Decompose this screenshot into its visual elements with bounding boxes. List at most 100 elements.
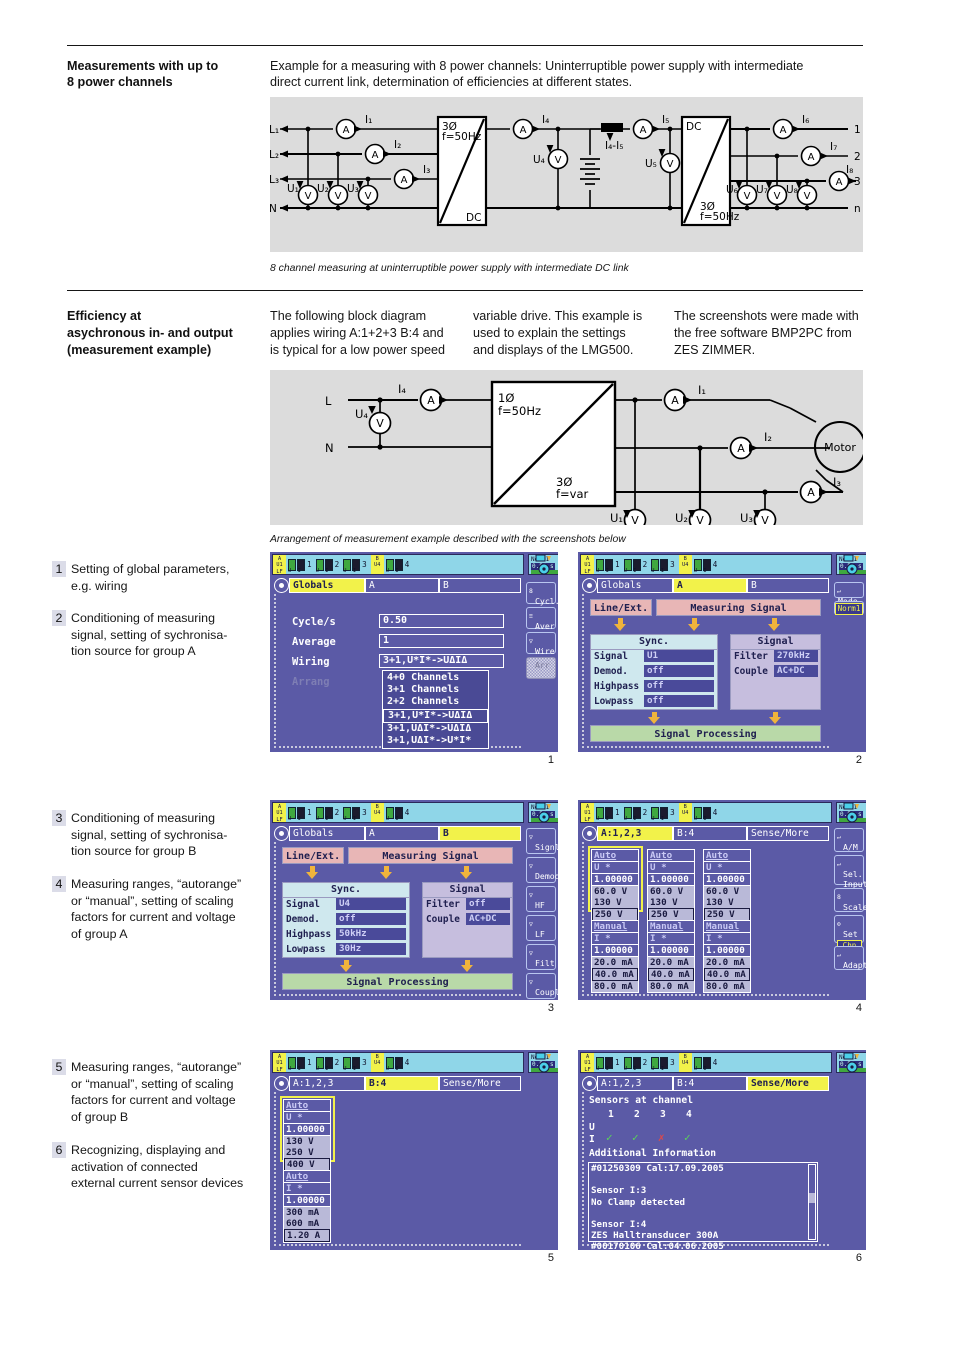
softkey-set[interactable]: ⊙ Set Chn — [834, 915, 864, 952]
softkey-demod[interactable]: ▽ Demod — [526, 857, 558, 883]
signal-processing-footer[interactable]: Signal Processing — [590, 725, 821, 742]
range-option[interactable]: 80.0 mA — [592, 981, 638, 992]
dropdown-option[interactable]: 3+1,UΔI*->U*I* — [383, 735, 488, 747]
range-option[interactable]: 80.0 mA — [704, 981, 750, 992]
svg-text:2: 2 — [854, 151, 861, 163]
tab-a[interactable]: A — [365, 826, 439, 841]
tab-b[interactable]: B — [439, 578, 521, 593]
softkey-mode[interactable]: ↵ Mode — [834, 582, 864, 606]
tab-group-a[interactable]: A:1,2,3 — [597, 1076, 673, 1091]
voltage-range-col-3[interactable]: Auto U * 1.00000 60.0 V 130 V 250 V — [703, 849, 751, 922]
label-L1: L₁ — [270, 124, 279, 136]
additional-info-box[interactable]: #01250309 Cal:17.09.2005 Sensor I:3 No C… — [588, 1162, 818, 1252]
voltage-range-col[interactable]: Auto U * 1.00000 130 V 250 V 400 V — [283, 1099, 331, 1172]
tab-b[interactable]: B — [439, 826, 521, 841]
dropdown-option[interactable]: 3+1 Channels — [383, 684, 488, 696]
tab-group-a[interactable]: A:1,2,3 — [597, 826, 673, 841]
sync-row-value[interactable]: off — [644, 695, 714, 707]
range-option[interactable]: 250 V — [284, 1147, 330, 1158]
range-option-selected[interactable]: 40.0 mA — [704, 968, 750, 981]
tab-globals[interactable]: Globals — [597, 578, 673, 593]
range-option[interactable]: 60.0 V — [592, 886, 638, 897]
tab-group-b[interactable]: B:4 — [673, 826, 747, 841]
dropdown-option[interactable]: 3+1,UΔI*->UΔIΔ — [383, 723, 488, 735]
ui-labels: U I — [315, 1066, 330, 1072]
svg-text:U₁: U₁ — [287, 183, 299, 195]
softkey-hf[interactable]: ▽ HF — [526, 886, 556, 912]
sync-row-value[interactable]: 30Hz — [336, 943, 406, 955]
range-option-selected[interactable]: 40.0 mA — [592, 968, 638, 981]
range-option[interactable]: 600 mA — [284, 1218, 330, 1229]
range-option-selected[interactable]: 1.20 A — [284, 1229, 330, 1242]
softkey-lf[interactable]: ▽ LF — [526, 915, 556, 941]
range-option[interactable]: 130 V — [648, 897, 694, 908]
range-option-selected[interactable]: 40.0 mA — [648, 968, 694, 981]
sync-row-value[interactable]: off — [336, 913, 406, 925]
current-range-col-2[interactable]: Manual I * 1.00000 20.0 mA 40.0 mA 80.0 … — [647, 920, 695, 993]
range-option[interactable]: 20.0 mA — [648, 957, 694, 968]
softkey-wiring[interactable]: ▽ Wire — [526, 632, 556, 656]
softkey-signal[interactable]: ▽ Signl — [526, 828, 558, 854]
range-option[interactable]: 130 V — [704, 897, 750, 908]
tab-sense-more[interactable]: Sense/More — [747, 826, 829, 841]
range-option[interactable]: 130 V — [284, 1136, 330, 1147]
sync-row-value[interactable]: U1 — [644, 650, 714, 662]
tab-globals[interactable]: Globals — [289, 578, 365, 593]
line-ext-box[interactable]: Line/Ext. — [282, 847, 344, 864]
range-option[interactable]: 60.0 V — [704, 886, 750, 897]
sensor-check-icon: ✓ — [684, 1131, 691, 1144]
softkey-select-input[interactable]: ↵ Sel. Input — [834, 855, 866, 889]
signal-row-value[interactable]: 270kHz — [774, 650, 818, 662]
line-ext-box[interactable]: Line/Ext. — [590, 599, 652, 616]
range-option[interactable]: 300 mA — [284, 1207, 330, 1218]
dropdown-option[interactable]: 2+2 Channels — [383, 696, 488, 708]
softkey-auto-manual[interactable]: ↵ A/M — [834, 828, 864, 852]
tab-sense-more[interactable]: Sense/More — [439, 1076, 521, 1091]
current-range-col-3[interactable]: Manual I * 1.00000 20.0 mA 40.0 mA 80.0 … — [703, 920, 751, 993]
scrollbar-thumb[interactable] — [809, 1193, 815, 1203]
range-option[interactable]: 80.0 mA — [648, 981, 694, 992]
sync-row-value[interactable]: off — [644, 680, 714, 692]
channel-number: 3 — [362, 1058, 367, 1067]
section2-heading-line1: Efficiency at — [67, 309, 142, 323]
current-range-col-1[interactable]: Manual I * 1.00000 20.0 mA 40.0 mA 80.0 … — [591, 920, 639, 993]
range-option[interactable]: 20.0 mA — [704, 957, 750, 968]
sync-row-value[interactable]: 50kHz — [336, 928, 406, 940]
row-value-cycle[interactable]: 0.50 — [379, 614, 504, 628]
svg-text:I₅: I₅ — [662, 114, 669, 126]
signal-row-value[interactable]: AC+DC — [466, 913, 510, 925]
softkey-average[interactable]: ≡ Aver — [526, 607, 556, 631]
softkey-coupl[interactable]: ▽ Coupl — [526, 973, 558, 999]
step-line: e.g. wiring — [71, 578, 128, 593]
softkey-filt[interactable]: ▽ Filt — [526, 944, 556, 970]
row-value-average[interactable]: 1 — [379, 634, 504, 648]
dropdown-option-selected[interactable]: 3+1,U*I*->UΔIΔ — [383, 708, 488, 723]
tab-a[interactable]: A — [673, 578, 747, 593]
tab-sense-more[interactable]: Sense/More — [747, 1076, 829, 1091]
range-option[interactable]: 60.0 V — [648, 886, 694, 897]
tab-group-b[interactable]: B:4 — [673, 1076, 747, 1091]
tab-a[interactable]: A — [365, 578, 439, 593]
current-range-col[interactable]: Auto I * 1.00000 300 mA 600 mA 1.20 A — [283, 1170, 331, 1243]
voltage-range-col-2[interactable]: Auto U * 1.00000 60.0 V 130 V 250 V — [647, 849, 695, 922]
signal-row-value[interactable]: AC+DC — [774, 665, 818, 677]
signal-row-value[interactable]: off — [466, 898, 510, 910]
softkey-scale[interactable]: 8 Scale — [834, 888, 866, 912]
tab-globals[interactable]: Globals — [289, 826, 365, 841]
info-scrollbar[interactable] — [808, 1164, 816, 1240]
softkey-mode-value[interactable]: Norm1 — [834, 601, 864, 615]
range-option[interactable]: 130 V — [592, 897, 638, 908]
row-value-wiring[interactable]: 3+1,U*I*->UΔIΔ — [379, 654, 504, 668]
voltage-range-col-1[interactable]: Auto U * 1.00000 60.0 V 130 V 250 V — [591, 849, 639, 922]
tab-group-a[interactable]: A:1,2,3 — [289, 1076, 365, 1091]
wiring-dropdown[interactable]: 4+0 Channels 3+1 Channels 2+2 Channels 3… — [382, 670, 489, 750]
softkey-adapt[interactable]: ↵ Adapt — [834, 946, 866, 970]
signal-processing-footer[interactable]: Signal Processing — [282, 973, 513, 990]
sync-row-value[interactable]: U4 — [336, 898, 406, 910]
tab-b[interactable]: B — [747, 578, 829, 593]
range-option[interactable]: 20.0 mA — [592, 957, 638, 968]
dropdown-option[interactable]: 4+0 Channels — [383, 672, 488, 684]
sync-row-value[interactable]: off — [644, 665, 714, 677]
softkey-cycle[interactable]: 8 Cycl. — [526, 582, 558, 606]
tab-group-b[interactable]: B:4 — [365, 1076, 439, 1091]
